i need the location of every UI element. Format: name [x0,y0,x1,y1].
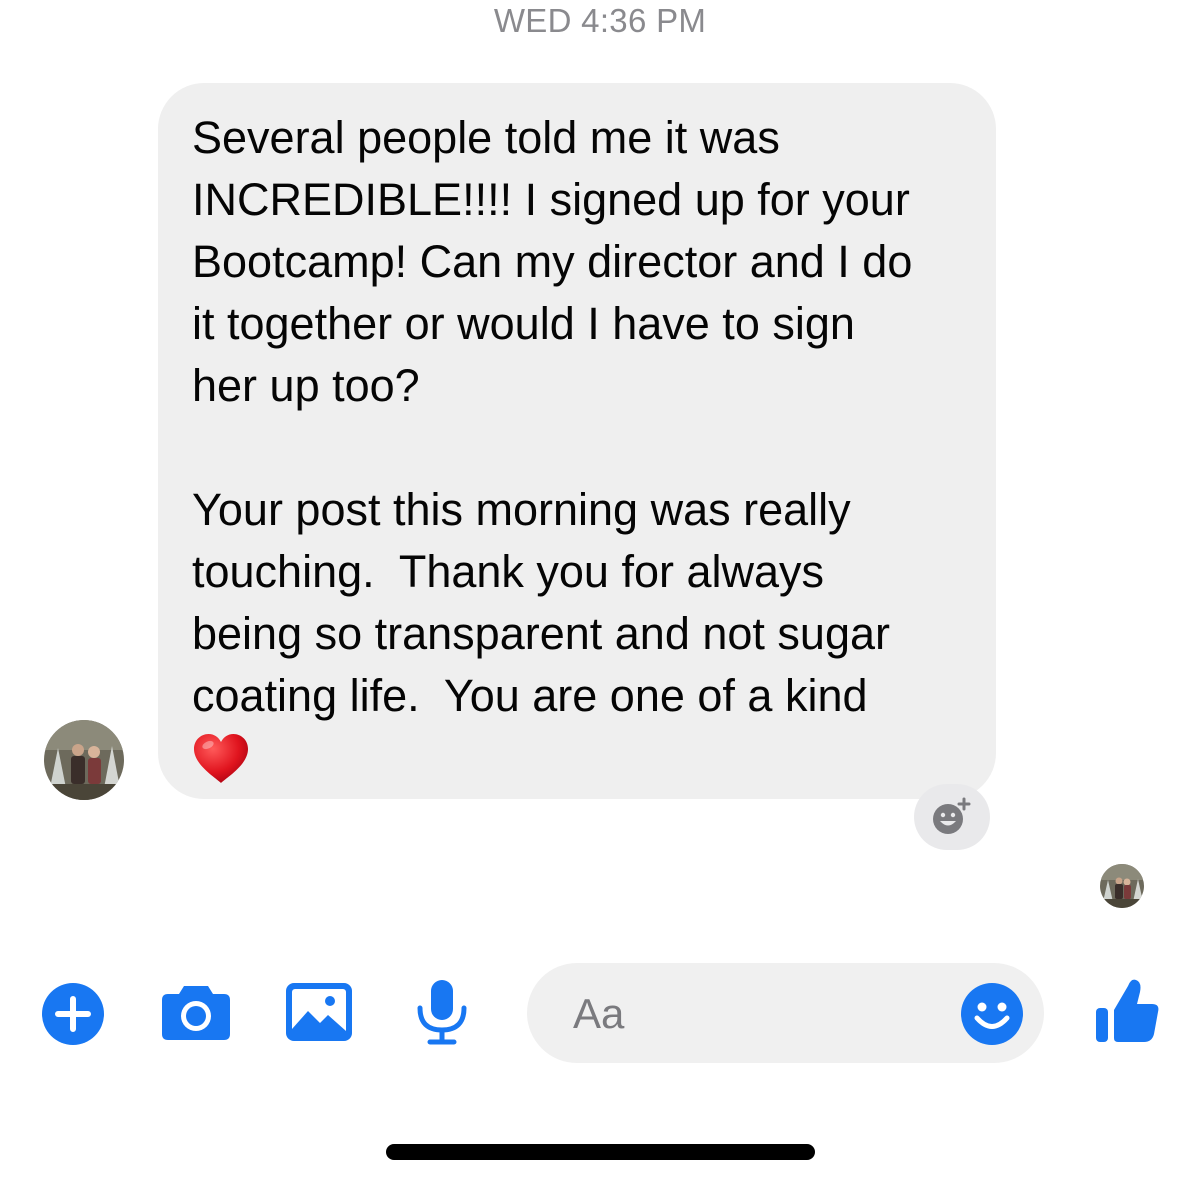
message-composer[interactable] [527,963,1044,1063]
thumbs-up-icon[interactable] [1094,976,1160,1044]
heart-emoji-icon [194,734,248,783]
avatar-photo-image [1100,864,1144,908]
image-icon[interactable] [286,983,352,1041]
message-bubble[interactable]: Several people told me it was INCREDIBLE… [158,83,996,799]
add-reaction-icon [933,797,971,834]
plus-circle-icon[interactable] [41,982,105,1046]
smiley-icon[interactable] [961,983,1023,1045]
add-reaction-button[interactable] [914,784,990,850]
sender-avatar[interactable] [44,720,124,800]
avatar-photo-image [44,720,124,800]
camera-icon[interactable] [160,982,232,1042]
message-input[interactable] [571,985,935,1043]
seen-receipt-avatar [1100,864,1144,908]
home-indicator[interactable] [386,1144,815,1160]
microphone-icon[interactable] [414,978,470,1046]
message-text-paragraph-2: Your post this morning was really touchi… [192,484,890,721]
message-timestamp: WED 4:36 PM [493,2,707,39]
message-text-paragraph-1: Several people told me it was INCREDIBLE… [192,112,913,411]
